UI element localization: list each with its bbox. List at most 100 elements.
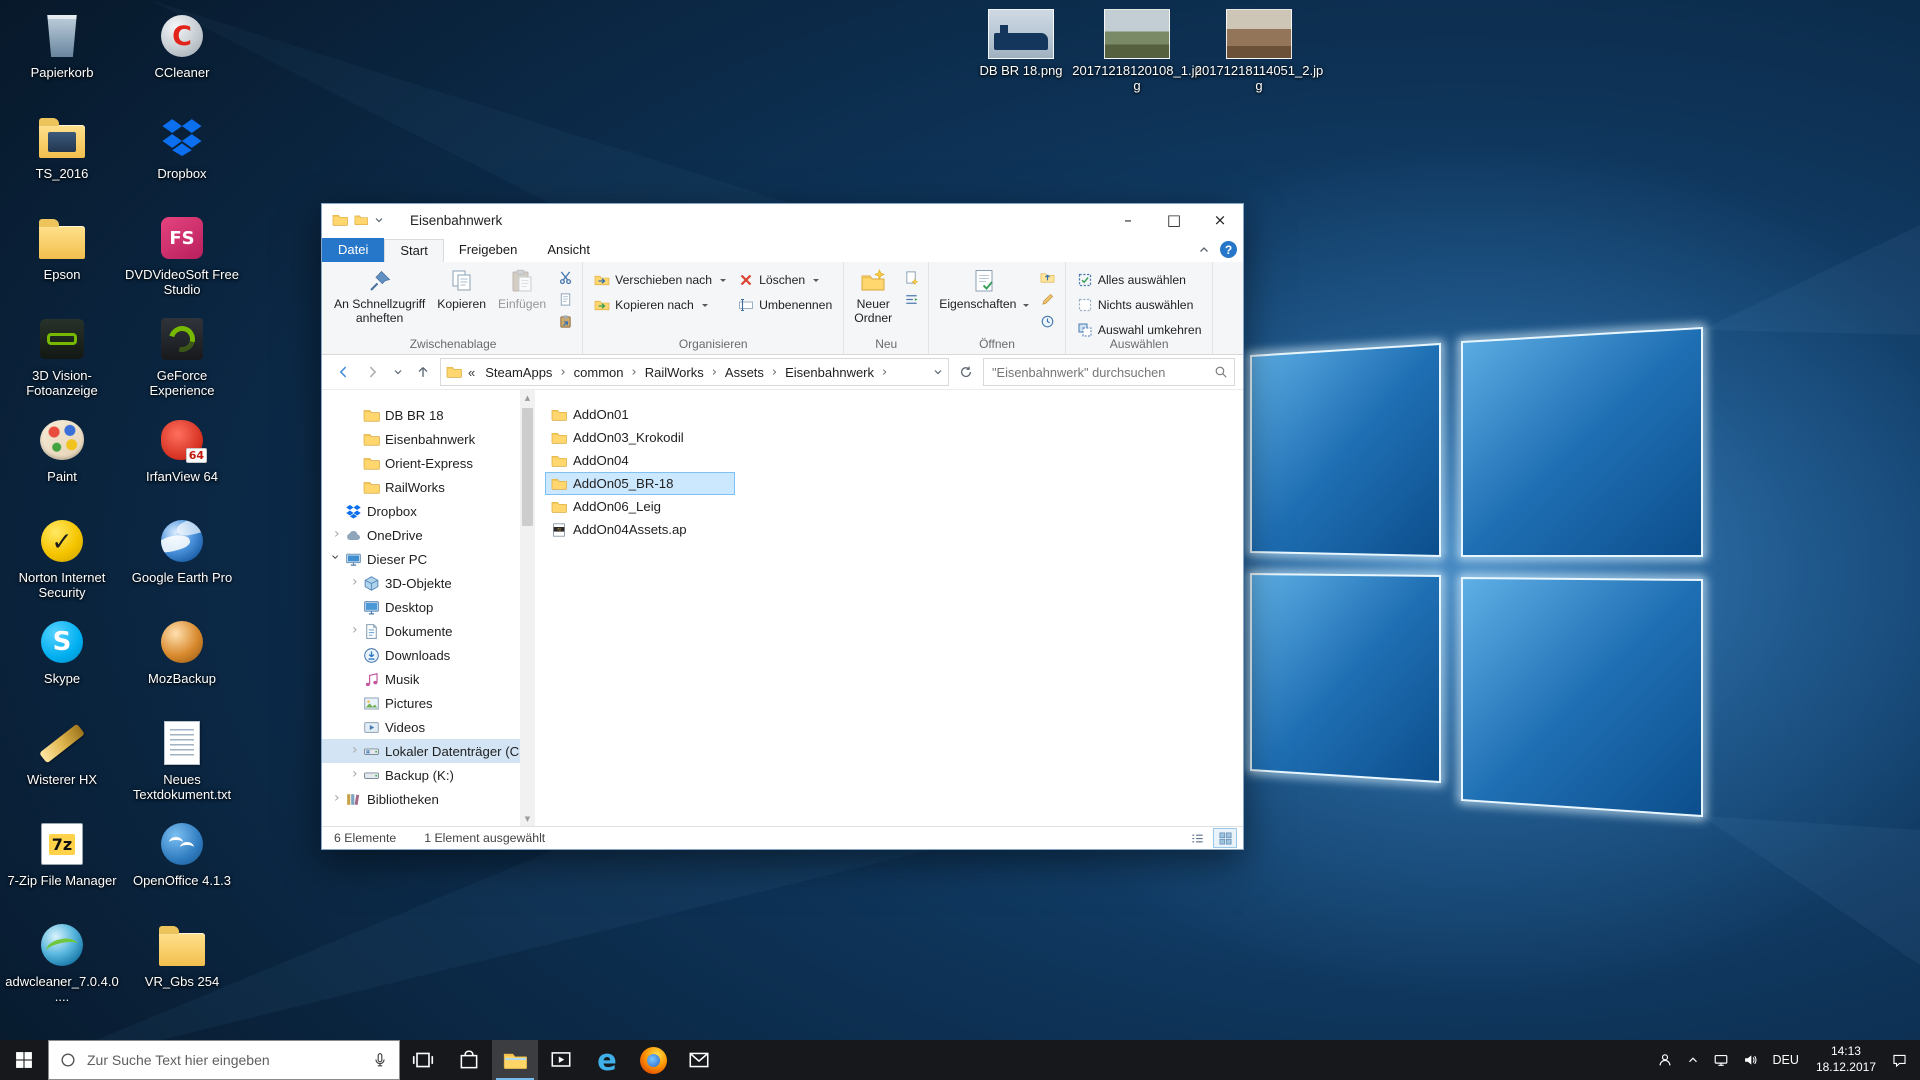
desktop-icon-epson[interactable]: Epson xyxy=(4,212,120,282)
help-icon[interactable] xyxy=(1220,241,1237,258)
taskbar-app-firefox[interactable] xyxy=(630,1040,676,1080)
address-bar[interactable]: « SteamApps›common›RailWorks›Assets›Eise… xyxy=(440,358,949,386)
desktop-icon-vr-gbs-254[interactable]: VR_Gbs 254 xyxy=(124,919,240,989)
file-item-addon04[interactable]: AddOn04 xyxy=(545,449,735,472)
neuer-ordner-button[interactable]: NeuerOrdner xyxy=(849,265,897,329)
file-list[interactable]: AddOn01AddOn03_KrokodilAddOn04AddOn05_BR… xyxy=(535,390,1243,826)
umbenennen-button[interactable]: Umbenennen xyxy=(732,292,838,317)
details-view-button[interactable] xyxy=(1185,828,1209,848)
minimize-button[interactable]: – xyxy=(1105,204,1151,236)
verschieben-nach-button[interactable]: Verschieben nach xyxy=(588,267,732,292)
nav-item-db-br-18[interactable]: DB BR 18 xyxy=(322,403,535,427)
desktop-icon-20171218114051-2-jpg[interactable]: 20171218114051_2.jpg xyxy=(1194,8,1324,94)
search-input[interactable] xyxy=(990,364,1210,381)
desktop-icon-7-zip-file-manager[interactable]: 7-Zip File Manager xyxy=(4,818,120,888)
desktop-icon-paint[interactable]: Paint xyxy=(4,414,120,484)
kopieren-nach-button[interactable]: Kopieren nach xyxy=(588,292,732,317)
taskbar-app-edge[interactable]: e xyxy=(584,1040,630,1080)
nav-item-dropbox[interactable]: Dropbox xyxy=(322,499,535,523)
tray-overflow-button[interactable] xyxy=(1684,1040,1702,1080)
breadcrumb-eisenbahnwerk[interactable]: Eisenbahnwerk xyxy=(781,363,878,382)
history-button[interactable] xyxy=(1036,312,1060,331)
scroll-thumb[interactable] xyxy=(522,408,533,526)
nav-item-onedrive[interactable]: OneDrive xyxy=(322,523,535,547)
file-item-addon03-krokodil[interactable]: AddOn03_Krokodil xyxy=(545,426,735,449)
nav-item-lokaler-datentraeger-c[interactable]: Lokaler Datenträger (C:) xyxy=(322,739,535,763)
nav-item-eisenbahnwerk[interactable]: Eisenbahnwerk xyxy=(322,427,535,451)
kopieren-button[interactable]: Kopieren xyxy=(432,265,491,314)
breadcrumb-separator-icon[interactable]: › xyxy=(708,365,721,380)
desktop-icon-db-br-18-png[interactable]: DB BR 18.png xyxy=(956,8,1086,78)
desktop-icon-wisterer-hx[interactable]: Wisterer HX xyxy=(4,717,120,787)
breadcrumb-common[interactable]: common xyxy=(570,363,628,382)
volume-icon[interactable] xyxy=(1740,1040,1760,1080)
nav-item-railworks[interactable]: RailWorks xyxy=(322,475,535,499)
action-center-button[interactable] xyxy=(1889,1040,1910,1080)
desktop-icon-ccleaner[interactable]: CCleaner xyxy=(124,10,240,80)
easy-access-button[interactable] xyxy=(899,290,923,309)
tab-datei[interactable]: Datei xyxy=(322,238,384,262)
breadcrumb-assets[interactable]: Assets xyxy=(721,363,768,382)
expander-icon[interactable] xyxy=(330,527,345,543)
desktop-icon-papierkorb[interactable]: Papierkorb xyxy=(4,10,120,80)
file-item-addon05-br-18[interactable]: AddOn05_BR-18 xyxy=(545,472,735,495)
expander-icon[interactable] xyxy=(348,767,363,783)
taskbar-app-movies-tv[interactable] xyxy=(538,1040,584,1080)
scroll-down-icon[interactable]: ▼ xyxy=(520,811,535,826)
recent-locations-button[interactable] xyxy=(390,359,406,385)
breadcrumb-railworks[interactable]: RailWorks xyxy=(641,363,708,382)
nav-item-3d-objekte[interactable]: 3D-Objekte xyxy=(322,571,535,595)
an-schnellzugriff-anheften-button[interactable]: An Schnellzugriffanheften xyxy=(329,265,430,329)
einfuegen-button[interactable]: Einfügen xyxy=(493,265,551,314)
nav-item-dokumente[interactable]: Dokumente xyxy=(322,619,535,643)
thumbnails-view-button[interactable] xyxy=(1213,828,1237,848)
breadcrumb-separator-icon[interactable]: › xyxy=(768,365,781,380)
nav-item-videos[interactable]: Videos xyxy=(322,715,535,739)
forward-button[interactable] xyxy=(360,359,386,385)
maximize-button[interactable]: □ xyxy=(1151,204,1197,236)
desktop-icon-openoffice-4-1-3[interactable]: OpenOffice 4.1.3 xyxy=(124,818,240,888)
nav-item-musik[interactable]: Musik xyxy=(322,667,535,691)
nav-scrollbar[interactable]: ▲ ▼ xyxy=(520,390,535,826)
address-history-icon[interactable] xyxy=(933,367,943,377)
desktop-icon-dvdvideosoft-free-studio[interactable]: DVDVideoSoft Free Studio xyxy=(124,212,240,298)
nav-item-pictures[interactable]: Pictures xyxy=(322,691,535,715)
breadcrumb-separator-icon[interactable]: › xyxy=(878,365,891,380)
desktop-icon-mozbackup[interactable]: MozBackup xyxy=(124,616,240,686)
nav-item-dieser-pc[interactable]: Dieser PC xyxy=(322,547,535,571)
new-item-button[interactable] xyxy=(899,268,923,287)
start-button[interactable] xyxy=(0,1040,48,1080)
desktop-icon-neues-textdokument-txt[interactable]: Neues Textdokument.txt xyxy=(124,717,240,803)
expander-icon[interactable] xyxy=(330,551,345,567)
taskbar-search-input[interactable] xyxy=(85,1051,363,1069)
taskbar-app-file-explorer[interactable] xyxy=(492,1040,538,1080)
nav-item-bibliotheken[interactable]: Bibliotheken xyxy=(322,787,535,811)
network-icon[interactable] xyxy=(1711,1040,1731,1080)
expander-icon[interactable] xyxy=(348,575,363,591)
tab-freigeben[interactable]: Freigeben xyxy=(444,239,533,262)
file-item-addon01[interactable]: AddOn01 xyxy=(545,403,735,426)
nav-item-backup-k[interactable]: Backup (K:) xyxy=(322,763,535,787)
tab-start[interactable]: Start xyxy=(384,239,443,262)
cut-button[interactable] xyxy=(553,268,577,287)
expander-icon[interactable] xyxy=(330,791,345,807)
breadcrumb-separator-icon[interactable]: › xyxy=(556,365,569,380)
breadcrumb-overflow[interactable]: « xyxy=(464,365,479,380)
paste-shortcut-button[interactable] xyxy=(553,312,577,331)
language-indicator[interactable]: DEU xyxy=(1769,1053,1803,1067)
nichts-auswaehlen-button[interactable]: Nichts auswählen xyxy=(1071,292,1208,317)
alles-auswaehlen-button[interactable]: Alles auswählen xyxy=(1071,267,1208,292)
taskbar-app-task-view[interactable] xyxy=(400,1040,446,1080)
nav-item-desktop[interactable]: Desktop xyxy=(322,595,535,619)
edit-item-button[interactable] xyxy=(1036,290,1060,309)
refresh-button[interactable] xyxy=(953,359,979,385)
loeschen-button[interactable]: Löschen xyxy=(732,267,838,292)
nav-item-orient-express[interactable]: Orient-Express xyxy=(322,451,535,475)
desktop-icon-adwcleaner-7-0-4-0[interactable]: adwcleaner_7.0.4.0.... xyxy=(4,919,120,1005)
taskbar-app-store[interactable] xyxy=(446,1040,492,1080)
copy-path-button[interactable] xyxy=(553,290,577,309)
clock[interactable]: 14:13 18.12.2017 xyxy=(1812,1044,1880,1075)
desktop-icon-irfanview-64[interactable]: IrfanView 64 xyxy=(124,414,240,484)
breadcrumb-separator-icon[interactable]: › xyxy=(628,365,641,380)
expander-icon[interactable] xyxy=(348,743,363,759)
